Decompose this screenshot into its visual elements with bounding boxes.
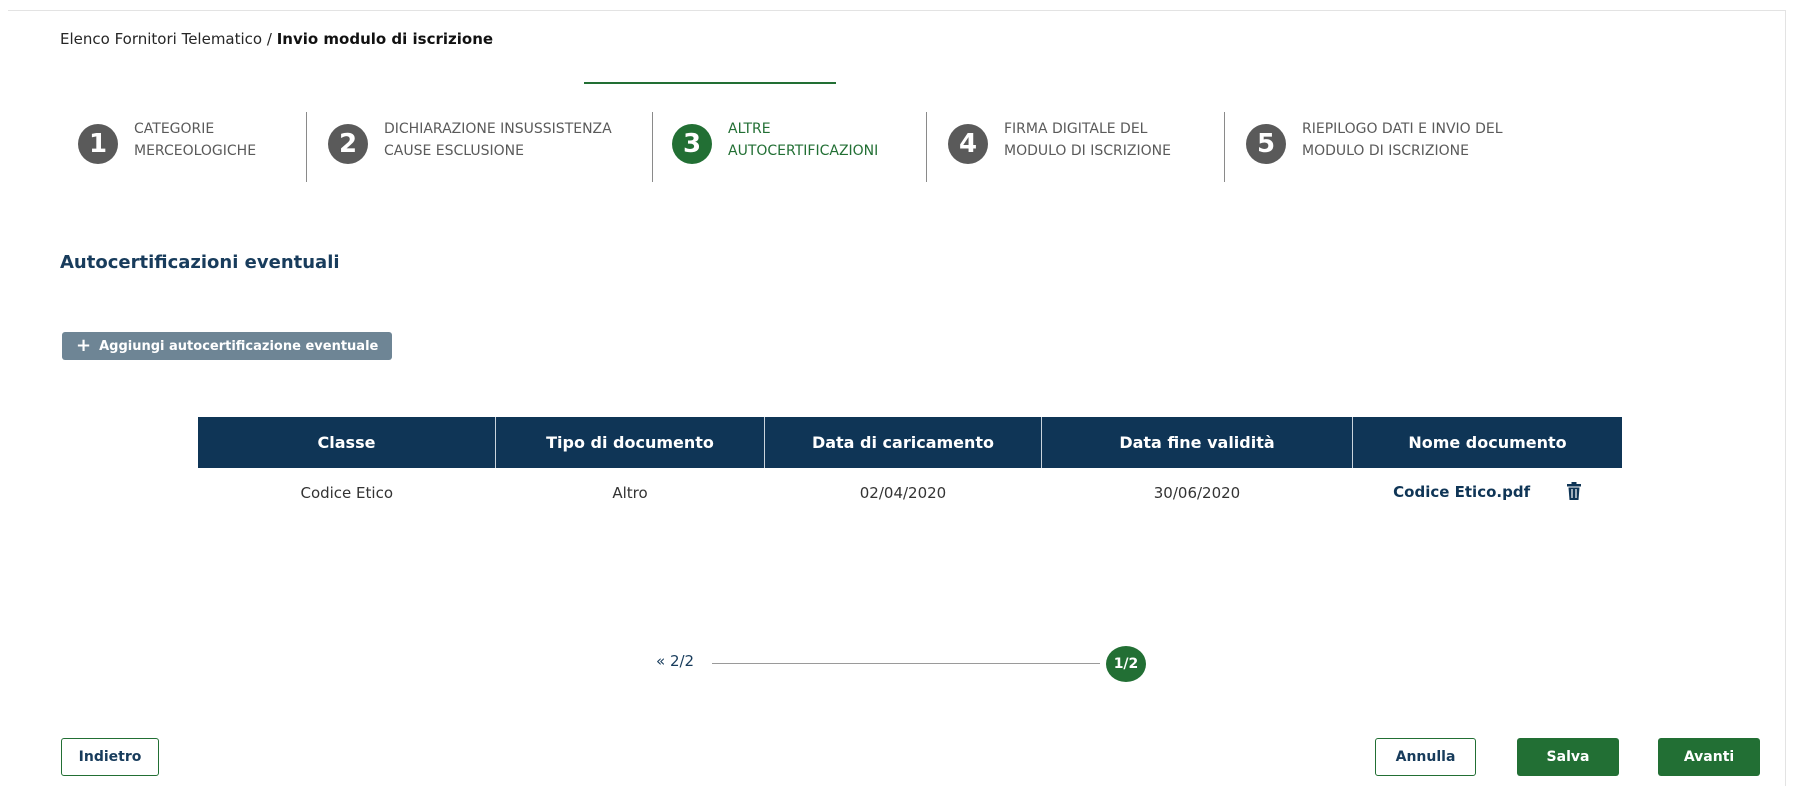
- step-4-label: FIRMA DIGITALE DEL MODULO DI ISCRIZIONE: [1004, 121, 1171, 159]
- step-4-number: 4: [948, 124, 988, 164]
- pagination-track: [712, 663, 1100, 664]
- table-row: Codice Etico Altro 02/04/2020 30/06/2020…: [198, 468, 1622, 518]
- step-2-label: DICHIARAZIONE INSUSSISTENZA CAUSE ESCLUSI…: [384, 121, 612, 159]
- step-2-number: 2: [328, 124, 368, 164]
- pagination: « 2/2 1/2: [656, 646, 1156, 682]
- breadcrumb: Elenco Fornitori Telematico / Invio modu…: [60, 30, 493, 48]
- column-header-caricamento: Data di caricamento: [764, 417, 1042, 468]
- step-3-number: 3: [672, 124, 712, 164]
- documents-table: Classe Tipo di documento Data di caricam…: [198, 417, 1622, 518]
- step-1-label: CATEGORIE MERCEOLOGICHE: [134, 121, 257, 159]
- next-button[interactable]: Avanti: [1658, 738, 1760, 776]
- step-1-number: 1: [78, 124, 118, 164]
- back-button[interactable]: Indietro: [61, 738, 159, 776]
- plus-icon: +: [76, 335, 92, 356]
- column-header-tipo: Tipo di documento: [495, 417, 765, 468]
- cell-caricamento: 02/04/2020: [859, 484, 947, 502]
- save-button[interactable]: Salva: [1517, 738, 1619, 776]
- add-autocertification-button[interactable]: + Aggiungi autocertificazione eventuale: [62, 332, 393, 360]
- step-divider: [306, 112, 307, 182]
- breadcrumb-parent[interactable]: Elenco Fornitori Telematico /: [60, 30, 272, 48]
- step-divider: [1224, 112, 1225, 182]
- document-link[interactable]: Codice Etico.pdf: [1393, 483, 1530, 501]
- column-header-classe: Classe: [198, 417, 496, 468]
- section-title: Autocertificazioni eventuali: [60, 252, 340, 273]
- step-5-number: 5: [1246, 124, 1286, 164]
- wizard-stepper: 1 CATEGORIE MERCEOLOGICHE 2 DICHIARAZIONE…: [78, 106, 1538, 196]
- cell-nome: Codice Etico.pdf: [1353, 468, 1623, 518]
- step-5-label: RIEPILOGO DATI E INVIO DEL MODULO DI ISCR…: [1302, 121, 1503, 159]
- step-divider: [926, 112, 927, 182]
- step-2[interactable]: 2 DICHIARAZIONE INSUSSISTENZA CAUSE ESCLU…: [328, 106, 612, 190]
- cancel-button[interactable]: Annulla: [1375, 738, 1476, 776]
- step-3-label: ALTRE AUTOCERTIFICAZIONI: [728, 121, 879, 159]
- active-step-underline: [584, 82, 836, 84]
- step-4[interactable]: 4 FIRMA DIGITALE DEL MODULO DI ISCRIZIONE: [948, 106, 1171, 190]
- pagination-prev[interactable]: « 2/2: [656, 652, 694, 670]
- column-header-fine-validita: Data fine validità: [1041, 417, 1353, 468]
- step-5[interactable]: 5 RIEPILOGO DATI E INVIO DEL MODULO DI IS…: [1246, 106, 1503, 190]
- cell-classe: Codice Etico: [300, 484, 394, 502]
- step-divider: [652, 112, 653, 182]
- column-header-nome: Nome documento: [1352, 417, 1622, 468]
- cell-tipo: Altro: [612, 484, 648, 502]
- trash-icon[interactable]: [1567, 482, 1582, 504]
- step-3[interactable]: 3 ALTRE AUTOCERTIFICAZIONI: [672, 106, 878, 190]
- cell-fine-validita: 30/06/2020: [1153, 484, 1241, 502]
- pagination-current[interactable]: 1/2: [1106, 646, 1146, 682]
- breadcrumb-current: Invio modulo di iscrizione: [276, 30, 494, 48]
- add-button-label: Aggiungi autocertificazione eventuale: [99, 338, 379, 354]
- table-header-row: Classe Tipo di documento Data di caricam…: [198, 417, 1622, 468]
- step-1[interactable]: 1 CATEGORIE MERCEOLOGICHE: [78, 106, 256, 190]
